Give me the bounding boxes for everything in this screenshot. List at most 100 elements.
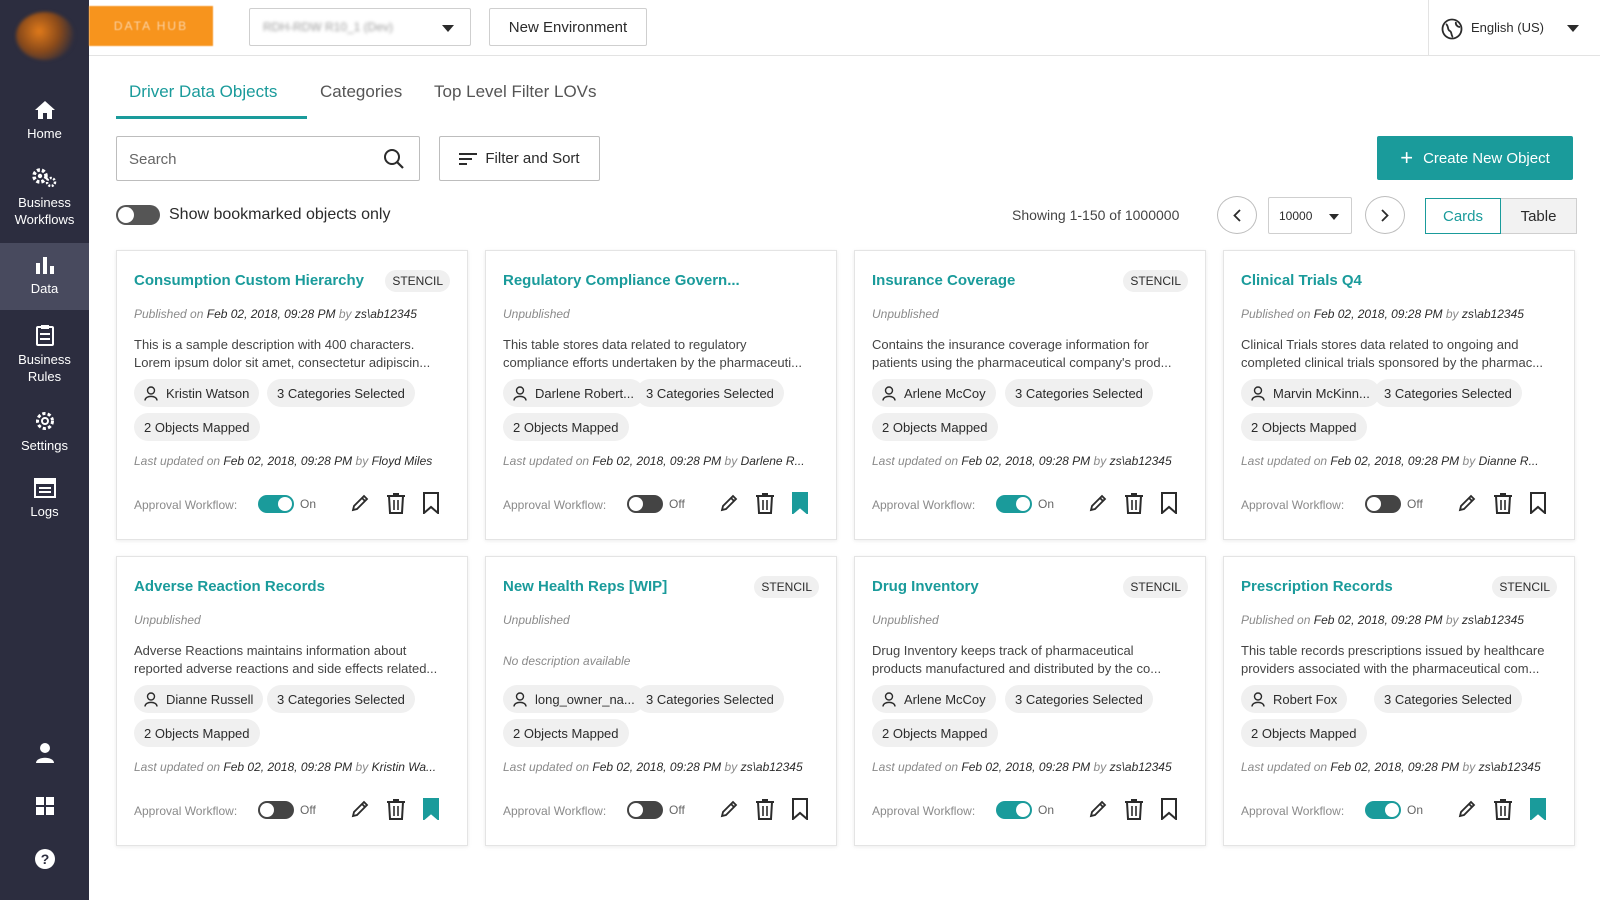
language-select[interactable]: English (US) <box>1428 0 1600 56</box>
sidebar-item-business-workflows[interactable]: Business Workflows <box>0 167 89 233</box>
card-description: This table stores data related to regula… <box>503 337 802 370</box>
owner-chip: long_owner_na... <box>503 685 645 713</box>
page-size-select[interactable]: 10000 <box>1268 197 1352 234</box>
pencil-icon <box>1089 494 1107 512</box>
delete-button[interactable] <box>1120 488 1148 518</box>
edit-button[interactable] <box>346 488 374 518</box>
object-card[interactable]: Insurance Coverage STENCIL Unpublished Cont… <box>854 250 1206 540</box>
approval-workflow-toggle[interactable] <box>1365 495 1401 513</box>
card-description: No description available <box>503 654 631 668</box>
delete-button[interactable] <box>1489 488 1517 518</box>
sidebar-item-business-rules[interactable]: Business Rules <box>0 324 89 384</box>
delete-button[interactable] <box>751 488 779 518</box>
card-description: Contains the insurance coverage informat… <box>872 337 1172 370</box>
search-icon[interactable] <box>383 148 405 170</box>
bookmark-button[interactable] <box>1524 794 1552 824</box>
delete-button[interactable] <box>382 794 410 824</box>
toggle-knob <box>278 497 292 511</box>
delete-button[interactable] <box>1120 794 1148 824</box>
approval-workflow-toggle[interactable] <box>996 801 1032 819</box>
new-environment-button[interactable]: New Environment <box>489 8 647 46</box>
owner-name: Arlene McCoy <box>904 691 986 707</box>
objects-mapped-count: 2 Objects Mapped <box>144 419 250 435</box>
delete-button[interactable] <box>382 488 410 518</box>
sidebar-item-home[interactable]: Home <box>0 100 89 150</box>
delete-button[interactable] <box>1489 794 1517 824</box>
sidebar-item-profile[interactable] <box>0 742 89 764</box>
objects-mapped-count: 2 Objects Mapped <box>144 725 250 741</box>
create-new-object-button[interactable]: + Create New Object <box>1377 136 1573 180</box>
bookmark-button[interactable] <box>786 794 814 824</box>
app-logo[interactable] <box>16 12 74 60</box>
sidebar-item-settings[interactable]: Settings <box>0 410 89 453</box>
sidebar-item-data[interactable]: Data <box>0 243 89 310</box>
gear-icon <box>35 412 54 430</box>
card-title[interactable]: Drug Inventory <box>872 578 979 595</box>
bookmark-filter-toggle[interactable] <box>116 205 160 225</box>
approval-workflow-toggle[interactable] <box>996 495 1032 513</box>
approval-workflow-toggle[interactable] <box>258 495 294 513</box>
chevron-right-icon <box>1381 208 1389 222</box>
prev-page-button[interactable] <box>1217 196 1257 234</box>
bookmark-button[interactable] <box>1524 488 1552 518</box>
search-input[interactable] <box>129 149 369 169</box>
approval-workflow-label: Approval Workflow: <box>503 498 607 512</box>
sidebar-item-apps[interactable] <box>0 796 89 816</box>
filter-and-sort-button[interactable]: Filter and Sort <box>439 136 600 181</box>
object-card[interactable]: Regulatory Compliance Govern... Unpublish… <box>485 250 837 540</box>
edit-button[interactable] <box>1084 488 1112 518</box>
card-title[interactable]: Regulatory Compliance Govern... <box>503 272 740 289</box>
bookmark-button[interactable] <box>786 488 814 518</box>
card-title[interactable]: Insurance Coverage <box>872 272 1015 289</box>
sidebar-item-help[interactable]: ? <box>0 848 89 870</box>
sidebar-item-logs[interactable]: Logs <box>0 478 89 520</box>
pencil-icon <box>720 494 738 512</box>
edit-button[interactable] <box>1453 794 1481 824</box>
approval-workflow-toggle[interactable] <box>258 801 294 819</box>
sidebar: Home Business Workflows Data Business Ru… <box>0 0 89 900</box>
card-title[interactable]: Clinical Trials Q4 <box>1241 272 1362 289</box>
delete-button[interactable] <box>751 794 779 824</box>
bookmark-button[interactable] <box>1155 488 1183 518</box>
object-card[interactable]: Drug Inventory STENCIL Unpublished Drug Inv… <box>854 556 1206 846</box>
edit-button[interactable] <box>1453 488 1481 518</box>
categories-count: 3 Categories Selected <box>1384 385 1512 401</box>
object-card[interactable]: New Health Reps [WIP] STENCIL Unpublished N… <box>485 556 837 846</box>
view-table-button[interactable]: Table <box>1501 198 1577 234</box>
object-card[interactable]: Consumption Custom Hierarchy STENCIL Publi… <box>116 250 468 540</box>
bookmark-button[interactable] <box>417 488 445 518</box>
card-title[interactable]: Consumption Custom Hierarchy <box>134 272 364 289</box>
publish-status: Unpublished <box>872 307 939 321</box>
edit-button[interactable] <box>715 488 743 518</box>
card-title[interactable]: Adverse Reaction Records <box>134 578 325 595</box>
approval-workflow-state: Off <box>300 803 316 817</box>
top-bar: DATA HUB RDH-RDW R10_1 (Dev) New Environ… <box>89 0 1600 56</box>
tab-driver-data-objects[interactable]: Driver Data Objects <box>129 82 277 102</box>
card-title[interactable]: New Health Reps [WIP] <box>503 578 667 595</box>
edit-button[interactable] <box>715 794 743 824</box>
edit-button[interactable] <box>346 794 374 824</box>
owner-name: Dianne Russell <box>166 691 254 707</box>
objects-mapped-count: 2 Objects Mapped <box>513 419 619 435</box>
edit-button[interactable] <box>1084 794 1112 824</box>
object-card[interactable]: Adverse Reaction Records Unpublished Adver… <box>116 556 468 846</box>
trash-icon <box>756 493 774 514</box>
card-title[interactable]: Prescription Records <box>1241 578 1393 595</box>
bookmark-button[interactable] <box>1155 794 1183 824</box>
brand-badge[interactable]: DATA HUB <box>89 6 213 46</box>
object-card[interactable]: Clinical Trials Q4 Published on Feb 02, 2… <box>1223 250 1575 540</box>
categories-count: 3 Categories Selected <box>277 691 405 707</box>
tab-top-level-filter-lovs[interactable]: Top Level Filter LOVs <box>434 82 597 102</box>
approval-workflow-toggle[interactable] <box>1365 801 1401 819</box>
filter-label: Filter and Sort <box>485 150 580 167</box>
toggle-knob <box>629 497 643 511</box>
approval-workflow-toggle[interactable] <box>627 495 663 513</box>
categories-chip: 3 Categories Selected <box>267 685 415 713</box>
bookmark-button[interactable] <box>417 794 445 824</box>
environment-select[interactable]: RDH-RDW R10_1 (Dev) <box>249 8 471 46</box>
object-card[interactable]: Prescription Records STENCIL Published on … <box>1223 556 1575 846</box>
tab-categories[interactable]: Categories <box>320 82 402 102</box>
view-cards-button[interactable]: Cards <box>1425 198 1501 234</box>
next-page-button[interactable] <box>1365 196 1405 234</box>
approval-workflow-toggle[interactable] <box>627 801 663 819</box>
